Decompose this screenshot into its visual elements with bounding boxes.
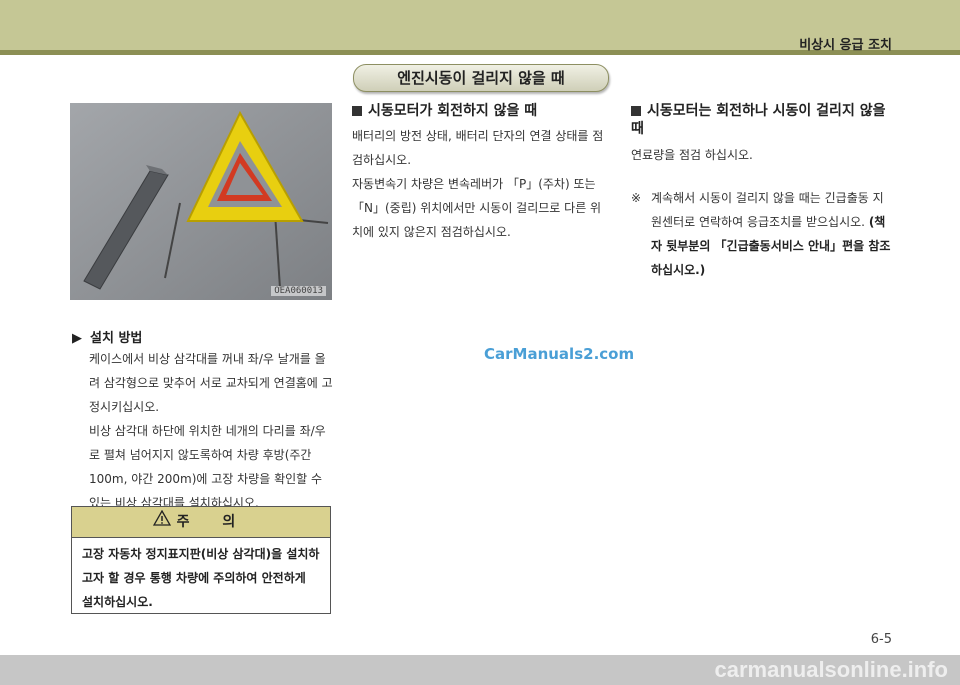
square-bullet-icon — [631, 106, 641, 116]
warning-triangle-photo: OEA060013 — [70, 103, 332, 300]
starter-not-turning-heading: 시동모터가 회전하지 않을 때 — [352, 102, 537, 120]
caution-text: 고장 자동차 정지표지판(비상 삼각대)을 설치하고자 할 경우 통행 차량에 … — [82, 547, 320, 609]
note-text: 계속해서 시동이 걸리지 않을 때는 긴급출동 지원센터로 연락하여 응급조치를… — [651, 191, 884, 229]
square-bullet-icon — [352, 106, 362, 116]
starter-runs-heading: 시동모터는 회전하나 시동이 걸리지 않을 때 — [631, 102, 893, 138]
starter-not-turning-paragraph-2: 자동변속기 차량은 변속레버가 「P」(주차) 또는 「N」(중립) 위치에서만… — [352, 177, 602, 239]
starter-runs-title: 시동모터는 회전하나 시동이 걸리지 않을 때 — [631, 103, 886, 137]
page-number: 6-5 — [870, 632, 892, 647]
caution-header: 주 의 — [72, 507, 330, 538]
figure-code: OEA060013 — [271, 286, 326, 296]
note-reference-mark: ※ — [631, 191, 642, 205]
footer-watermark[interactable]: carmanualsonline.info — [715, 655, 949, 685]
install-paragraph-2: 비상 삼각대 하단에 위치한 네개의 다리를 좌/우로 펼쳐 넘어지지 않도록하… — [89, 424, 326, 510]
chapter-banner: 엔진시동이 걸리지 않을 때 — [353, 64, 609, 92]
starter-not-turning-title: 시동모터가 회전하지 않을 때 — [368, 103, 538, 119]
install-heading: ▶ 설치 방법 — [72, 327, 142, 346]
section-label: 비상시 응급 조치 — [799, 38, 892, 53]
watermark-link[interactable]: CarManuals2.com — [484, 345, 634, 363]
warning-triangle-illustration — [70, 103, 332, 300]
install-heading-text: 설치 방법 — [90, 331, 143, 346]
warning-icon — [152, 507, 171, 537]
starter-runs-paragraph: 연료량을 점검 하십시오. — [631, 148, 753, 162]
caution-box: 주 의 고장 자동차 정지표지판(비상 삼각대)을 설치하고자 할 경우 통행 … — [71, 506, 331, 614]
footer-bar: carmanualsonline.info — [0, 655, 960, 685]
starter-not-turning-paragraph-1: 배터리의 방전 상태, 배터리 단자의 연결 상태를 점검하십시오. — [352, 129, 604, 167]
note-block: 계속해서 시동이 걸리지 않을 때는 긴급출동 지원센터로 연락하여 응급조치를… — [651, 186, 891, 282]
triangle-bullet-icon: ▶ — [72, 331, 82, 346]
caution-title: 주 의 — [176, 514, 250, 530]
install-paragraph-1: 케이스에서 비상 삼각대를 꺼내 좌/우 날개를 올려 삼각형으로 맞추어 서로… — [89, 352, 333, 414]
